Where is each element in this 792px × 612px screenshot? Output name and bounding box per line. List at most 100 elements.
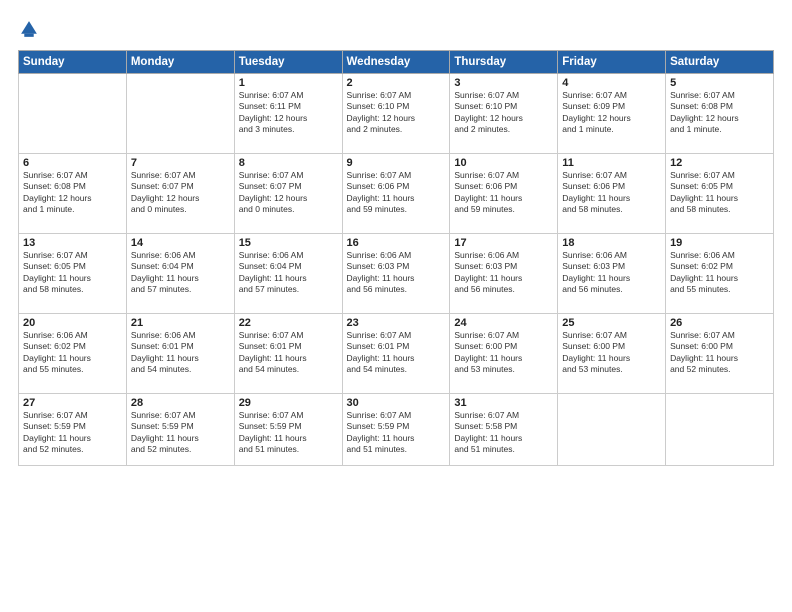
day-number: 12: [670, 157, 769, 169]
calendar-cell: [19, 74, 127, 154]
day-number: 31: [454, 397, 553, 409]
day-info: Sunrise: 6:06 AM Sunset: 6:03 PM Dayligh…: [347, 250, 446, 296]
calendar-cell: 25Sunrise: 6:07 AM Sunset: 6:00 PM Dayli…: [558, 314, 666, 394]
day-number: 17: [454, 237, 553, 249]
day-info: Sunrise: 6:06 AM Sunset: 6:03 PM Dayligh…: [562, 250, 661, 296]
calendar-cell: 13Sunrise: 6:07 AM Sunset: 6:05 PM Dayli…: [19, 234, 127, 314]
calendar-cell: 24Sunrise: 6:07 AM Sunset: 6:00 PM Dayli…: [450, 314, 558, 394]
header-tuesday: Tuesday: [234, 51, 342, 74]
day-number: 14: [131, 237, 230, 249]
day-number: 16: [347, 237, 446, 249]
calendar-cell: 29Sunrise: 6:07 AM Sunset: 5:59 PM Dayli…: [234, 394, 342, 466]
calendar-cell: 30Sunrise: 6:07 AM Sunset: 5:59 PM Dayli…: [342, 394, 450, 466]
day-info: Sunrise: 6:06 AM Sunset: 6:02 PM Dayligh…: [23, 330, 122, 376]
day-info: Sunrise: 6:07 AM Sunset: 6:09 PM Dayligh…: [562, 90, 661, 136]
header-sunday: Sunday: [19, 51, 127, 74]
header-monday: Monday: [126, 51, 234, 74]
day-number: 13: [23, 237, 122, 249]
calendar-cell: 31Sunrise: 6:07 AM Sunset: 5:58 PM Dayli…: [450, 394, 558, 466]
day-number: 20: [23, 317, 122, 329]
calendar-cell: 3Sunrise: 6:07 AM Sunset: 6:10 PM Daylig…: [450, 74, 558, 154]
calendar-cell: 19Sunrise: 6:06 AM Sunset: 6:02 PM Dayli…: [666, 234, 774, 314]
calendar-cell: 20Sunrise: 6:06 AM Sunset: 6:02 PM Dayli…: [19, 314, 127, 394]
calendar-cell: 27Sunrise: 6:07 AM Sunset: 5:59 PM Dayli…: [19, 394, 127, 466]
day-number: 5: [670, 77, 769, 89]
day-info: Sunrise: 6:07 AM Sunset: 6:11 PM Dayligh…: [239, 90, 338, 136]
calendar-cell: 22Sunrise: 6:07 AM Sunset: 6:01 PM Dayli…: [234, 314, 342, 394]
day-info: Sunrise: 6:07 AM Sunset: 5:59 PM Dayligh…: [239, 410, 338, 456]
calendar-header-row: SundayMondayTuesdayWednesdayThursdayFrid…: [19, 51, 774, 74]
calendar-cell: [666, 394, 774, 466]
day-info: Sunrise: 6:07 AM Sunset: 6:01 PM Dayligh…: [239, 330, 338, 376]
calendar-cell: [558, 394, 666, 466]
calendar-cell: 15Sunrise: 6:06 AM Sunset: 6:04 PM Dayli…: [234, 234, 342, 314]
day-info: Sunrise: 6:07 AM Sunset: 6:00 PM Dayligh…: [670, 330, 769, 376]
day-info: Sunrise: 6:07 AM Sunset: 6:06 PM Dayligh…: [454, 170, 553, 216]
calendar-cell: 9Sunrise: 6:07 AM Sunset: 6:06 PM Daylig…: [342, 154, 450, 234]
page: SundayMondayTuesdayWednesdayThursdayFrid…: [0, 0, 792, 612]
day-info: Sunrise: 6:07 AM Sunset: 6:08 PM Dayligh…: [23, 170, 122, 216]
day-number: 9: [347, 157, 446, 169]
week-row-2: 6Sunrise: 6:07 AM Sunset: 6:08 PM Daylig…: [19, 154, 774, 234]
day-info: Sunrise: 6:06 AM Sunset: 6:01 PM Dayligh…: [131, 330, 230, 376]
day-number: 19: [670, 237, 769, 249]
header-friday: Friday: [558, 51, 666, 74]
week-row-4: 20Sunrise: 6:06 AM Sunset: 6:02 PM Dayli…: [19, 314, 774, 394]
day-number: 6: [23, 157, 122, 169]
day-number: 24: [454, 317, 553, 329]
logo: [18, 18, 44, 40]
day-info: Sunrise: 6:06 AM Sunset: 6:04 PM Dayligh…: [131, 250, 230, 296]
day-info: Sunrise: 6:07 AM Sunset: 6:00 PM Dayligh…: [454, 330, 553, 376]
calendar-cell: 23Sunrise: 6:07 AM Sunset: 6:01 PM Dayli…: [342, 314, 450, 394]
day-info: Sunrise: 6:07 AM Sunset: 5:59 PM Dayligh…: [131, 410, 230, 456]
day-number: 7: [131, 157, 230, 169]
day-info: Sunrise: 6:07 AM Sunset: 6:08 PM Dayligh…: [670, 90, 769, 136]
calendar-cell: 28Sunrise: 6:07 AM Sunset: 5:59 PM Dayli…: [126, 394, 234, 466]
day-info: Sunrise: 6:07 AM Sunset: 6:06 PM Dayligh…: [562, 170, 661, 216]
logo-icon: [18, 18, 40, 40]
day-info: Sunrise: 6:06 AM Sunset: 6:04 PM Dayligh…: [239, 250, 338, 296]
day-number: 2: [347, 77, 446, 89]
day-info: Sunrise: 6:07 AM Sunset: 6:06 PM Dayligh…: [347, 170, 446, 216]
day-number: 25: [562, 317, 661, 329]
day-info: Sunrise: 6:07 AM Sunset: 6:00 PM Dayligh…: [562, 330, 661, 376]
day-info: Sunrise: 6:07 AM Sunset: 6:07 PM Dayligh…: [239, 170, 338, 216]
day-number: 4: [562, 77, 661, 89]
day-number: 1: [239, 77, 338, 89]
calendar-cell: 16Sunrise: 6:06 AM Sunset: 6:03 PM Dayli…: [342, 234, 450, 314]
header: [18, 18, 774, 40]
day-number: 27: [23, 397, 122, 409]
day-info: Sunrise: 6:07 AM Sunset: 6:10 PM Dayligh…: [454, 90, 553, 136]
calendar-cell: 2Sunrise: 6:07 AM Sunset: 6:10 PM Daylig…: [342, 74, 450, 154]
calendar-cell: 10Sunrise: 6:07 AM Sunset: 6:06 PM Dayli…: [450, 154, 558, 234]
header-wednesday: Wednesday: [342, 51, 450, 74]
day-info: Sunrise: 6:07 AM Sunset: 5:59 PM Dayligh…: [347, 410, 446, 456]
calendar-cell: 8Sunrise: 6:07 AM Sunset: 6:07 PM Daylig…: [234, 154, 342, 234]
calendar-cell: 11Sunrise: 6:07 AM Sunset: 6:06 PM Dayli…: [558, 154, 666, 234]
day-number: 26: [670, 317, 769, 329]
day-info: Sunrise: 6:07 AM Sunset: 5:59 PM Dayligh…: [23, 410, 122, 456]
day-number: 22: [239, 317, 338, 329]
calendar-cell: 14Sunrise: 6:06 AM Sunset: 6:04 PM Dayli…: [126, 234, 234, 314]
week-row-5: 27Sunrise: 6:07 AM Sunset: 5:59 PM Dayli…: [19, 394, 774, 466]
day-info: Sunrise: 6:07 AM Sunset: 5:58 PM Dayligh…: [454, 410, 553, 456]
day-number: 28: [131, 397, 230, 409]
day-info: Sunrise: 6:06 AM Sunset: 6:02 PM Dayligh…: [670, 250, 769, 296]
week-row-1: 1Sunrise: 6:07 AM Sunset: 6:11 PM Daylig…: [19, 74, 774, 154]
calendar-cell: 6Sunrise: 6:07 AM Sunset: 6:08 PM Daylig…: [19, 154, 127, 234]
day-number: 3: [454, 77, 553, 89]
calendar-cell: 7Sunrise: 6:07 AM Sunset: 6:07 PM Daylig…: [126, 154, 234, 234]
day-info: Sunrise: 6:07 AM Sunset: 6:05 PM Dayligh…: [23, 250, 122, 296]
day-info: Sunrise: 6:06 AM Sunset: 6:03 PM Dayligh…: [454, 250, 553, 296]
day-info: Sunrise: 6:07 AM Sunset: 6:07 PM Dayligh…: [131, 170, 230, 216]
day-number: 15: [239, 237, 338, 249]
header-thursday: Thursday: [450, 51, 558, 74]
day-number: 30: [347, 397, 446, 409]
day-number: 8: [239, 157, 338, 169]
day-number: 29: [239, 397, 338, 409]
calendar-cell: 26Sunrise: 6:07 AM Sunset: 6:00 PM Dayli…: [666, 314, 774, 394]
calendar-cell: 18Sunrise: 6:06 AM Sunset: 6:03 PM Dayli…: [558, 234, 666, 314]
calendar-cell: 12Sunrise: 6:07 AM Sunset: 6:05 PM Dayli…: [666, 154, 774, 234]
calendar-cell: 4Sunrise: 6:07 AM Sunset: 6:09 PM Daylig…: [558, 74, 666, 154]
day-info: Sunrise: 6:07 AM Sunset: 6:05 PM Dayligh…: [670, 170, 769, 216]
